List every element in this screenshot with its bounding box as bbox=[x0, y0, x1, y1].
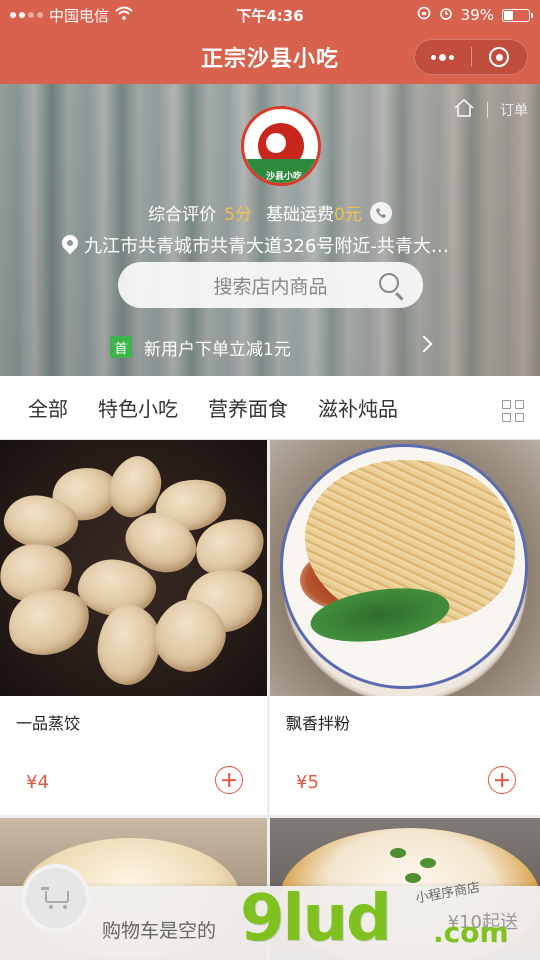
store-logo: 沙县小吃 bbox=[241, 106, 321, 186]
status-left: 中国电信 bbox=[10, 5, 190, 26]
phone-icon bbox=[375, 207, 386, 218]
promo-badge: 首 bbox=[110, 336, 132, 358]
miniprogram-capsule bbox=[414, 39, 528, 75]
cart-bar: 购物车是空的 ¥10起送 bbox=[0, 864, 540, 960]
min-order-text: ¥10起送 bbox=[447, 912, 518, 933]
status-right: 39% bbox=[350, 6, 533, 24]
product-card[interactable]: 飘香拌粉 ¥5 bbox=[270, 440, 540, 815]
phone-button[interactable] bbox=[369, 201, 392, 224]
category-tabs: 全部 特色小吃 营养面食 滋补炖品 bbox=[0, 376, 540, 440]
target-icon bbox=[489, 47, 510, 67]
address-text: 九江市共青城市共青大道326号附近-共青大… bbox=[84, 236, 449, 257]
status-bar: 中国电信 下午4:36 39% bbox=[0, 0, 540, 30]
page-title: 正宗沙县小吃 bbox=[200, 47, 339, 72]
tab-noodles[interactable]: 营养面食 bbox=[208, 393, 288, 422]
carrier-label: 中国电信 bbox=[49, 6, 110, 25]
status-time: 下午4:36 bbox=[236, 6, 304, 25]
home-icon bbox=[454, 98, 474, 117]
add-to-cart-button[interactable] bbox=[215, 766, 243, 794]
rating-label: 综合评价 bbox=[148, 205, 217, 225]
shopping-cart-icon bbox=[41, 887, 71, 909]
promo-banner[interactable]: 首 新用户下单立减1元 bbox=[110, 334, 433, 360]
search-placeholder: 搜索店内商品 bbox=[213, 275, 328, 298]
header-actions: 订单 bbox=[453, 98, 528, 122]
alarm-icon bbox=[439, 6, 453, 24]
store-header: 订单 沙县小吃 综合评价 5分 基础运费 0元 九江市共青城市共青大道326号附近… bbox=[0, 84, 540, 376]
nav-bar: 正宗沙县小吃 bbox=[0, 30, 540, 84]
search-input[interactable]: 搜索店内商品 bbox=[118, 262, 423, 308]
close-miniprogram-button[interactable] bbox=[472, 40, 528, 74]
product-image-noodles bbox=[270, 440, 540, 696]
orders-link[interactable]: 订单 bbox=[500, 100, 528, 120]
add-to-cart-button[interactable] bbox=[488, 766, 516, 794]
signal-icon bbox=[10, 12, 43, 18]
product-price: ¥4 bbox=[26, 772, 49, 793]
delivery-fee-value: 0元 bbox=[334, 205, 362, 225]
home-button[interactable] bbox=[453, 98, 475, 122]
delivery-fee-label: 基础运费 bbox=[266, 205, 334, 225]
rating-value: 5分 bbox=[224, 205, 252, 225]
location-pin-icon bbox=[62, 235, 78, 255]
wifi-icon bbox=[115, 6, 133, 24]
product-card[interactable]: 一品蒸饺 ¥4 bbox=[0, 440, 267, 815]
cart-button[interactable] bbox=[22, 864, 90, 932]
more-dots-icon bbox=[431, 53, 455, 61]
battery-icon bbox=[502, 8, 533, 22]
tab-stews[interactable]: 滋补炖品 bbox=[318, 393, 398, 422]
category-grid-icon[interactable] bbox=[502, 400, 524, 422]
tab-specialty-snacks[interactable]: 特色小吃 bbox=[98, 393, 178, 422]
rotation-lock-icon bbox=[417, 6, 431, 24]
product-name: 一品蒸饺 bbox=[16, 714, 81, 733]
product-name: 飘香拌粉 bbox=[286, 714, 351, 733]
header-divider bbox=[487, 102, 488, 118]
store-info-row: 综合评价 5分 基础运费 0元 bbox=[0, 200, 540, 225]
more-menu-button[interactable] bbox=[415, 40, 471, 74]
logo-caption: 沙县小吃 bbox=[265, 172, 302, 182]
product-price: ¥5 bbox=[296, 772, 319, 793]
product-image-dumplings bbox=[0, 440, 267, 696]
cart-empty-text: 购物车是空的 bbox=[102, 920, 217, 942]
chevron-right-icon bbox=[415, 335, 433, 353]
search-icon bbox=[379, 273, 399, 293]
promo-text: 新用户下单立减1元 bbox=[144, 339, 291, 360]
battery-percent: 39% bbox=[460, 6, 494, 24]
store-address[interactable]: 九江市共青城市共青大道326号附近-共青大… bbox=[62, 232, 482, 258]
tab-all[interactable]: 全部 bbox=[28, 393, 68, 422]
